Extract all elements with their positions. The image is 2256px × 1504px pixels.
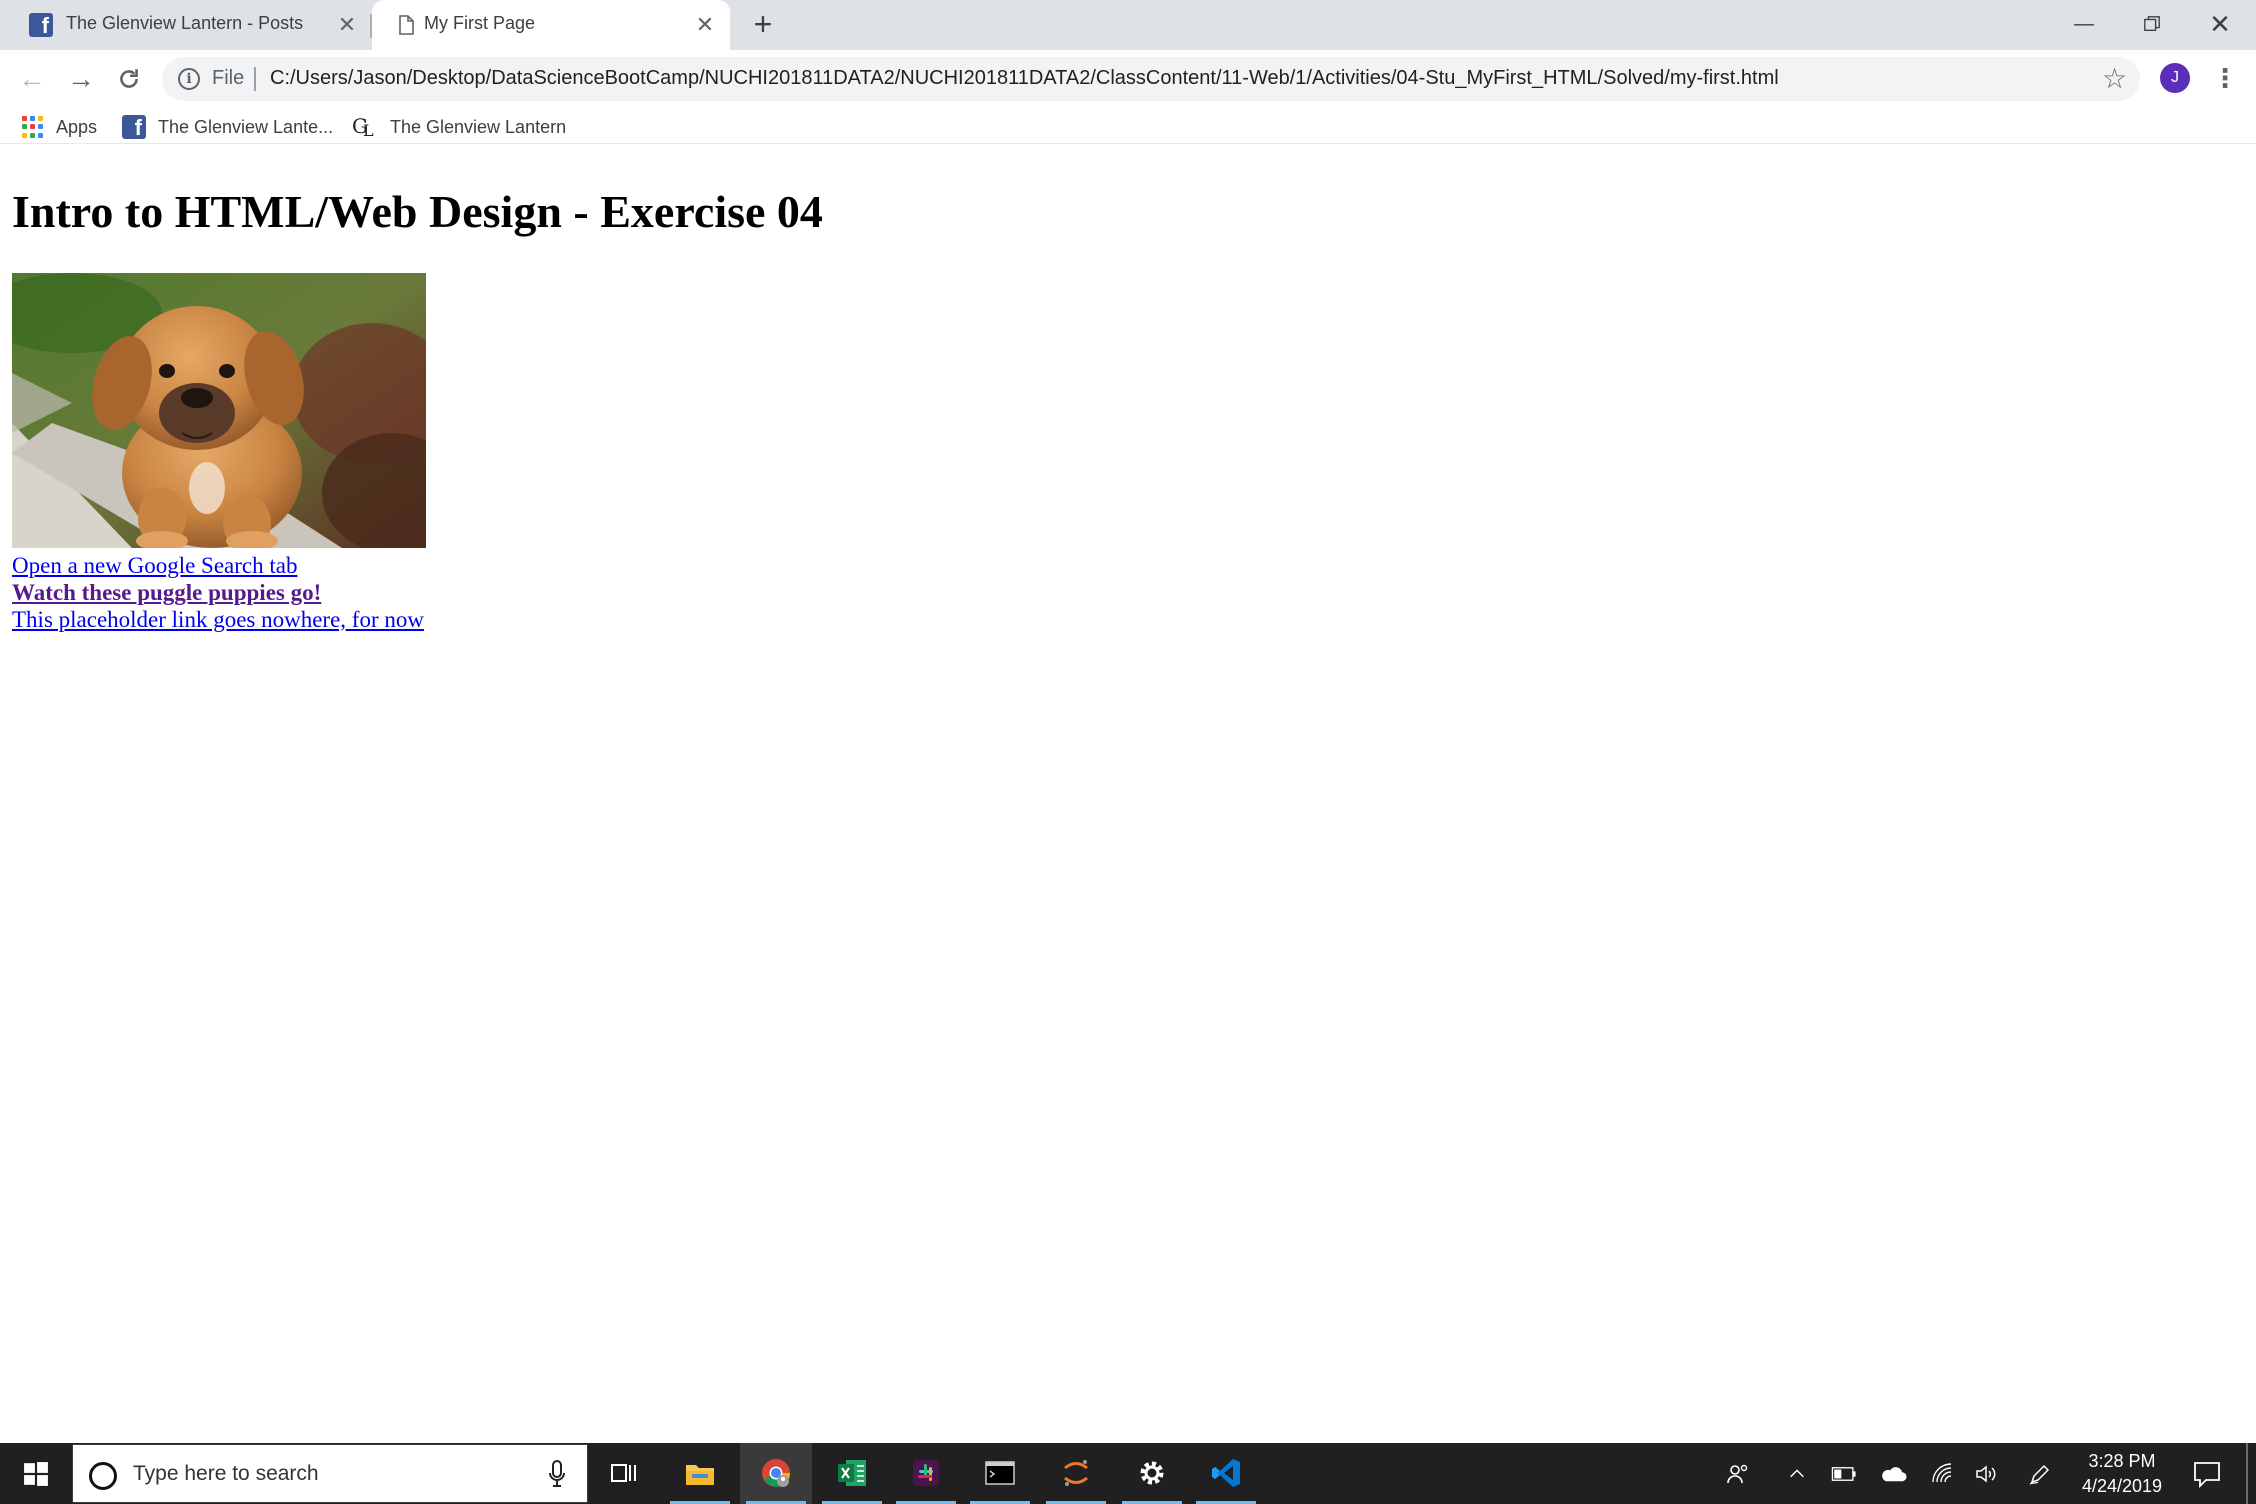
start-button[interactable] (0, 1443, 72, 1504)
onedrive-icon[interactable] (1876, 1459, 1910, 1489)
apps-grid-icon (22, 116, 44, 138)
tab-title: The Glenview Lantern - Posts (66, 13, 304, 33)
excel-button[interactable] (816, 1443, 888, 1504)
slack-button[interactable] (890, 1443, 962, 1504)
tab-title: My First Page (424, 13, 536, 33)
new-tab-button[interactable]: + (748, 8, 778, 40)
cloud-glyph (1882, 1467, 1907, 1482)
bookmark-star-icon[interactable]: ☆ (2102, 63, 2127, 95)
terminal-button[interactable] (964, 1443, 1036, 1504)
vscode-icon (1212, 1459, 1240, 1487)
vscode-button[interactable] (1190, 1443, 1262, 1504)
people-icon[interactable] (1720, 1459, 1756, 1489)
menu-kebab-icon[interactable]: ⋮ (2212, 64, 2238, 94)
page-content: Intro to HTML/Web Design - Exercise 04 O… (0, 145, 2256, 1443)
restore-window-icon[interactable] (2128, 6, 2176, 42)
settings-button[interactable] (1116, 1443, 1188, 1504)
bookmark-glenview-lantern[interactable]: GL The Glenview Lantern (352, 114, 566, 140)
forward-arrow-icon[interactable]: → (64, 62, 98, 96)
back-arrow-icon[interactable]: ← (15, 62, 49, 96)
speaker-glyph (1976, 1465, 1996, 1483)
file-explorer-button[interactable] (664, 1443, 736, 1504)
info-icon[interactable]: i (178, 68, 200, 90)
facebook-icon: f (29, 13, 53, 37)
clock-time: 3:28 PM (2088, 1451, 2156, 1471)
restore-icon (2144, 16, 2160, 31)
notifications-icon[interactable] (2190, 1459, 2224, 1489)
facebook-icon: f (122, 115, 146, 139)
google-search-link[interactable]: Open a new Google Search tab (12, 553, 297, 579)
terminal-icon (985, 1461, 1015, 1485)
bookmarks-bar: Apps f The Glenview Lante... GL The Glen… (0, 108, 2256, 144)
excel-icon (838, 1460, 866, 1486)
battery-icon[interactable] (1828, 1459, 1860, 1489)
pen-glyph (2029, 1464, 2050, 1485)
file-explorer-icon (686, 1465, 714, 1485)
settings-icon (1140, 1461, 1164, 1485)
reload-glyph (120, 69, 138, 88)
bookmark-label: Apps (56, 116, 98, 137)
search-placeholder: Type here to search (133, 1462, 319, 1485)
bookmark-apps[interactable]: Apps (22, 114, 97, 140)
taskbar-search-box[interactable]: Type here to search (72, 1444, 588, 1503)
clock-date: 4/24/2019 (2081, 1476, 2163, 1496)
pen-ink-icon[interactable] (2024, 1459, 2056, 1489)
glenview-lantern-logo-icon: GL (352, 114, 374, 140)
chevron-up-icon (1790, 1469, 1804, 1478)
system-clock[interactable]: 3:28 PM 4/24/2019 (2060, 1449, 2184, 1499)
profile-avatar[interactable]: J (2160, 63, 2190, 93)
battery-glyph (1831, 1467, 1856, 1481)
tab-glenview-lantern-posts[interactable]: f The Glenview Lantern - Posts ✕ (0, 0, 370, 50)
puggle-puppies-link[interactable]: Watch these puggle puppies go! (12, 580, 321, 606)
close-window-icon[interactable]: ✕ (2196, 6, 2244, 42)
url-text[interactable]: C:/Users/Jason/Desktop/DataScienceBootCa… (270, 67, 1779, 90)
close-tab-icon[interactable]: ✕ (334, 12, 360, 38)
placeholder-link[interactable]: This placeholder link goes nowhere, for … (12, 607, 424, 633)
task-view-button[interactable] (588, 1443, 660, 1504)
page-heading: Intro to HTML/Web Design - Exercise 04 (12, 186, 823, 237)
bookmark-label: The Glenview Lantern (390, 116, 567, 137)
omnibox-separator (254, 67, 256, 91)
tab-strip: f The Glenview Lantern - Posts ✕ My Firs… (0, 0, 2256, 50)
bookmark-glenview-facebook[interactable]: f The Glenview Lante... (122, 114, 333, 140)
volume-icon[interactable] (1970, 1459, 2002, 1489)
chrome-icon (762, 1459, 791, 1487)
windows-logo-icon (24, 1462, 48, 1486)
browser-toolbar: ← → i File C:/Users/Jason/Desktop/DataSc… (0, 50, 2256, 108)
task-view-icon (611, 1464, 636, 1482)
slack-icon (913, 1460, 939, 1486)
jupyter-icon (1064, 1460, 1088, 1486)
wifi-glyph (1932, 1463, 1952, 1483)
microphone-icon[interactable] (547, 1459, 567, 1489)
tab-my-first-page[interactable]: My First Page ✕ (372, 0, 730, 50)
close-tab-icon[interactable]: ✕ (692, 12, 718, 38)
show-desktop-button[interactable] (2246, 1443, 2248, 1504)
scheme-chip: File (212, 67, 245, 89)
cortana-icon (89, 1462, 117, 1490)
address-bar[interactable]: i File C:/Users/Jason/Desktop/DataScienc… (162, 57, 2140, 101)
chrome-button[interactable] (740, 1443, 812, 1504)
jupyter-button[interactable] (1040, 1443, 1112, 1504)
bookmark-label: The Glenview Lante... (158, 116, 334, 137)
show-hidden-icons-chevron-icon[interactable] (1782, 1459, 1812, 1489)
reload-icon[interactable] (112, 62, 146, 96)
windows-taskbar: Type here to search 3:28 PM 4/24/2019 (0, 1443, 2256, 1504)
people-glyph (1727, 1464, 1748, 1484)
page-icon (399, 15, 414, 35)
puggle-puppy-image (12, 273, 426, 548)
wifi-icon[interactable] (1926, 1459, 1958, 1489)
minimize-window-icon[interactable]: — (2060, 6, 2108, 42)
